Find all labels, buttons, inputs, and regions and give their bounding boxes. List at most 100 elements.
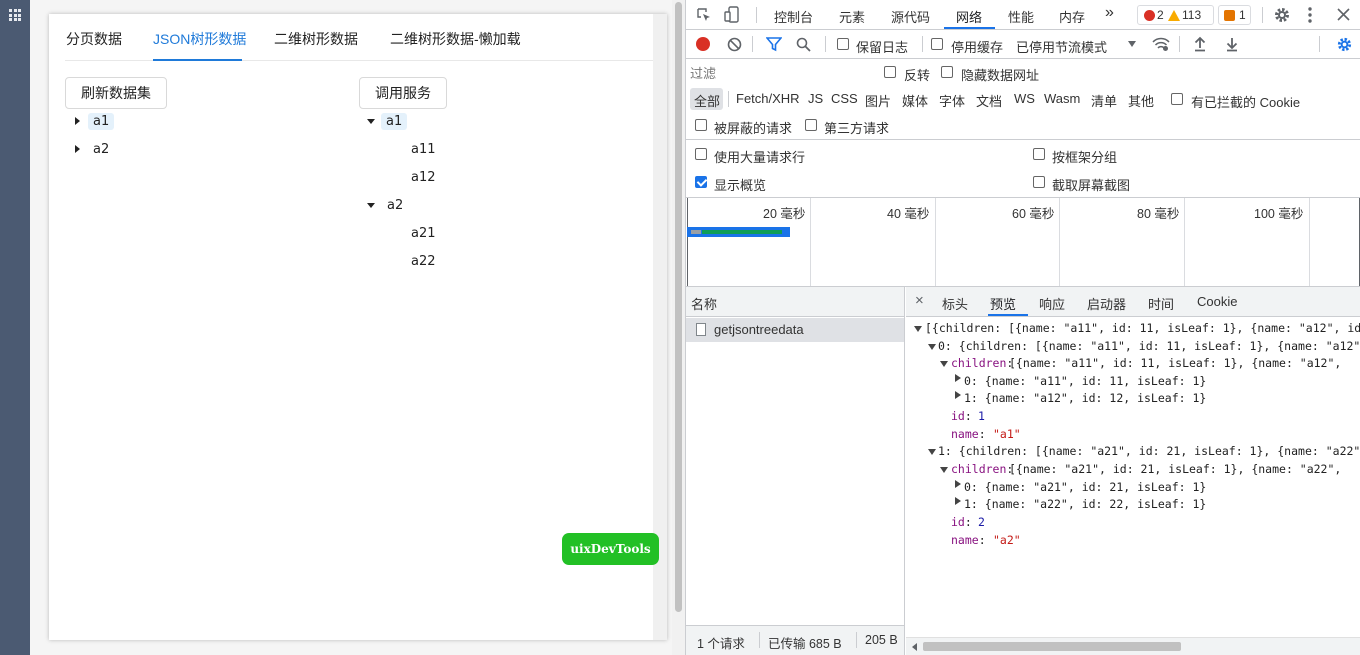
uix-devtools-button[interactable]: uixDevTools [562,533,659,565]
export-har-icon[interactable] [1226,36,1238,52]
call-service-button[interactable]: 调用服务 [359,77,447,109]
filter-type-media[interactable]: 媒体 [902,91,928,110]
large-rows-checkbox[interactable] [695,148,707,160]
tab-elements[interactable]: 元素 [839,7,865,26]
network-settings-gear-icon[interactable] [1336,36,1353,53]
expand-caret-icon[interactable] [955,391,961,399]
filter-type-css[interactable]: CSS [831,91,858,106]
invert-checkbox[interactable] [884,66,896,78]
json-item-0-children[interactable]: [{name: "a11", id: 11, isLeaf: 1}, {name… [1009,356,1341,370]
search-icon[interactable] [796,37,811,52]
app-grid-icon[interactable] [9,9,21,21]
json-item-0[interactable]: 0: {children: [{name: "a11", id: 11, isL… [938,339,1360,353]
import-har-icon[interactable] [1194,36,1206,52]
tab-headers[interactable]: 标头 [942,294,968,313]
more-tabs-icon[interactable]: » [1105,4,1114,22]
tree-node-a12[interactable]: a12 [411,170,436,185]
preserve-log-checkbox[interactable] [837,38,849,50]
expand-caret-icon[interactable] [940,467,948,473]
filter-type-ws[interactable]: WS [1014,91,1035,106]
screenshots-checkbox[interactable] [1033,176,1045,188]
hide-data-urls-checkbox[interactable] [941,66,953,78]
close-icon[interactable] [1337,8,1350,21]
group-by-frame-checkbox[interactable] [1033,148,1045,160]
tree-node-a2[interactable]: a2 [93,142,109,157]
filter-type-other[interactable]: 其他 [1128,91,1154,110]
tab-timing[interactable]: 时间 [1148,294,1174,313]
refresh-dataset-button[interactable]: 刷新数据集 [65,77,167,109]
tree-node-a21[interactable]: a21 [411,226,436,241]
scroll-left-icon[interactable] [912,643,917,651]
filter-type-font[interactable]: 字体 [939,91,965,110]
filter-type-img[interactable]: 图片 [865,91,891,110]
expand-caret-icon[interactable] [940,361,948,367]
device-toolbar-icon[interactable] [724,6,740,24]
expand-caret-icon[interactable] [914,326,922,332]
gear-icon[interactable] [1273,6,1291,24]
filter-type-fetch-xhr[interactable]: Fetch/XHR [736,91,800,106]
expand-caret-icon[interactable] [75,145,80,153]
json-item-0-child-1[interactable]: 1: {name: "a12", id: 12, isLeaf: 1} [964,391,1206,405]
network-conditions-icon[interactable] [1152,37,1170,52]
filter-type-js[interactable]: JS [808,91,823,106]
tree-node-a22[interactable]: a22 [411,254,436,269]
tab-paged-data[interactable]: 分页数据 [66,29,122,49]
filter-icon[interactable] [766,37,782,52]
filter-type-all[interactable]: 全部 [694,91,720,110]
json-item-1-child-0[interactable]: 0: {name: "a21", id: 21, isLeaf: 1} [964,480,1206,494]
more-options-icon[interactable] [1307,6,1313,24]
blocked-cookies-checkbox[interactable] [1171,93,1183,105]
expand-caret-icon[interactable] [928,344,936,350]
tab-network[interactable]: 网络 [956,7,982,26]
json-item-0-child-0[interactable]: 0: {name: "a11", id: 11, isLeaf: 1} [964,374,1206,388]
tab-memory[interactable]: 内存 [1059,7,1085,26]
issues-counter[interactable]: 2 113 [1137,5,1214,25]
collapse-caret-icon[interactable] [367,119,375,124]
tree-node-a1[interactable]: a1 [381,113,408,130]
tree-node-a2[interactable]: a2 [387,198,403,213]
filter-type-doc[interactable]: 文档 [976,91,1002,110]
tab-2d-tree-data[interactable]: 二维树形数据 [274,29,358,49]
tab-performance[interactable]: 性能 [1008,7,1034,26]
horizontal-scrollbar-thumb[interactable] [923,642,1181,651]
tab-console[interactable]: 控制台 [774,7,813,26]
throttle-select[interactable]: 已停用节流模式 [1016,37,1107,56]
expand-caret-icon[interactable] [955,497,961,505]
tab-sources[interactable]: 源代码 [891,7,930,26]
json-item-1-children[interactable]: [{name: "a21", id: 21, isLeaf: 1}, {name… [1009,462,1341,476]
blocked-requests-checkbox[interactable] [695,119,707,131]
record-icon[interactable] [696,37,710,51]
expand-caret-icon[interactable] [955,374,961,382]
collapse-caret-icon[interactable] [367,203,375,208]
expand-caret-icon[interactable] [75,117,80,125]
tree-node-a1[interactable]: a1 [88,113,115,130]
close-detail-icon[interactable]: × [915,292,924,309]
chevron-down-icon[interactable] [1128,41,1136,47]
clear-icon[interactable] [727,37,742,52]
page-scrollbar-thumb[interactable] [675,2,682,612]
show-overview-checkbox[interactable] [695,176,707,188]
tab-cookies[interactable]: Cookie [1197,294,1237,309]
third-party-checkbox[interactable] [805,119,817,131]
disable-cache-checkbox[interactable] [931,38,943,50]
json-root[interactable]: [{children: [{name: "a11", id: 11, isLea… [925,321,1360,335]
tab-initiator[interactable]: 启动器 [1087,294,1126,313]
filter-type-manifest[interactable]: 清单 [1091,91,1117,110]
tab-json-tree-data[interactable]: JSON树形数据 [153,29,246,49]
filter-type-wasm[interactable]: Wasm [1044,91,1080,106]
filter-input[interactable] [690,63,870,83]
json-item-1[interactable]: 1: {children: [{name: "a21", id: 21, isL… [938,444,1360,458]
name-column-header[interactable]: 名称 [691,294,717,313]
timeline-tick: 60 毫秒 [1012,207,1055,221]
json-item-1-child-1[interactable]: 1: {name: "a22", id: 22, isLeaf: 1} [964,497,1206,511]
expand-caret-icon[interactable] [955,480,961,488]
tab-2d-tree-lazy[interactable]: 二维树形数据-懒加载 [390,29,521,49]
tab-response[interactable]: 响应 [1039,294,1065,313]
request-row[interactable]: getjsontreedata [686,318,904,342]
issues-badge[interactable]: 1 [1218,5,1251,25]
expand-caret-icon[interactable] [928,449,936,455]
inspect-element-icon[interactable] [696,7,712,23]
horizontal-scrollbar[interactable] [906,637,1360,655]
tab-preview[interactable]: 预览 [990,294,1016,313]
tree-node-a11[interactable]: a11 [411,142,436,157]
